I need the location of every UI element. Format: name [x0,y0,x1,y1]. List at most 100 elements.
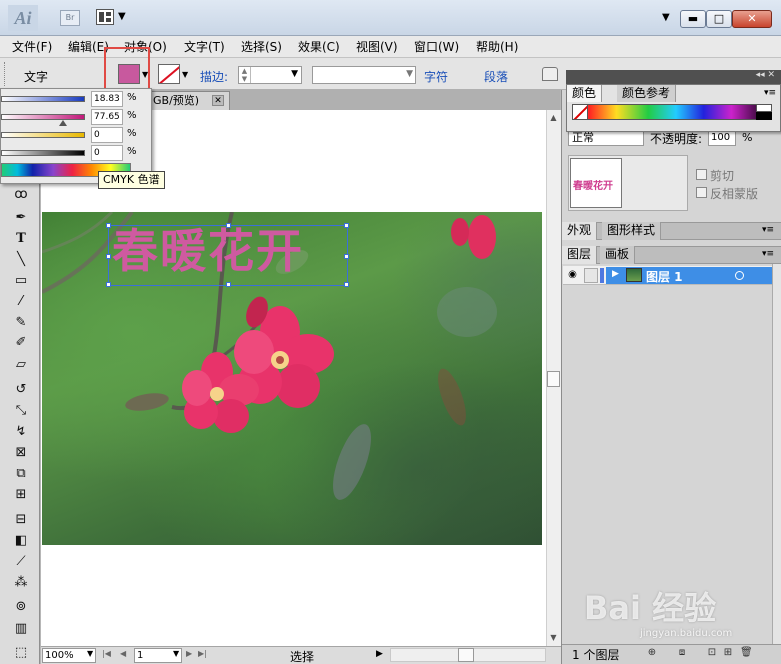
expand-arrow-icon[interactable]: ▶ [612,269,619,279]
menu-view[interactable]: 视图(V) [356,39,398,55]
chevron-down-icon[interactable]: ▼ [87,649,93,658]
gradient-tool-icon[interactable]: ◧ [11,532,31,550]
chevron-down-icon[interactable]: ▼ [291,69,298,79]
yellow-value-field[interactable]: 0 [91,127,123,143]
close-icon[interactable]: ✕ [212,95,224,106]
collapse-icon[interactable]: ◂◂ ✕ [756,70,775,80]
pencil-tool-icon[interactable]: ✎ [11,314,31,332]
layer-name[interactable]: 图层 1 [646,268,683,285]
layers-scrollbar[interactable] [772,264,781,644]
black-slider-track[interactable] [1,150,85,156]
new-sublayer-icon[interactable]: ⊡ [706,647,718,659]
shape-builder-tool-icon[interactable]: ⧉ [11,465,31,483]
close-button[interactable]: ✕ [732,10,772,28]
locate-object-icon[interactable]: ⊕ [646,647,658,659]
invert-mask-checkbox[interactable] [696,187,707,198]
panel-menu-icon[interactable]: ▾≡ [762,225,774,235]
selection-handle[interactable] [344,282,349,287]
chevron-down-icon[interactable]: ▼ [406,69,413,79]
next-artboard-icon[interactable]: ▶ [186,649,192,658]
character-panel-link[interactable]: 字符 [424,68,448,85]
tab-graphic-styles[interactable]: 图形样式 [602,222,662,240]
magenta-slider-thumb[interactable] [59,120,67,126]
symbol-sprayer-tool-icon[interactable]: ⊚ [11,598,31,616]
workspace-switcher-button[interactable]: ▼ [662,12,670,23]
menu-type[interactable]: 文字(T) [184,39,225,55]
selection-handle[interactable] [106,254,111,259]
menu-window[interactable]: 窗口(W) [414,39,459,55]
column-graph-tool-icon[interactable]: ▥ [11,620,31,638]
perspective-grid-tool-icon[interactable]: ⊞ [11,486,31,504]
scroll-up-icon[interactable]: ▲ [546,110,561,125]
cyan-slider-row[interactable]: 18.83 % [1,91,151,109]
rectangle-tool-icon[interactable]: ▭ [11,272,31,290]
chevron-down-icon[interactable]: ▼ [173,649,179,658]
white-swatch[interactable] [756,104,772,112]
selection-handle[interactable] [106,282,111,287]
mesh-tool-icon[interactable]: ⊟ [11,511,31,529]
paragraph-panel-link[interactable]: 段落 [484,68,508,85]
menu-file[interactable]: 文件(F) [12,39,52,55]
cyan-value-field[interactable]: 18.83 [91,91,123,107]
pen-tool-icon[interactable]: ✒ [11,209,31,227]
yellow-slider-row[interactable]: 0 % [1,127,151,145]
scroll-down-icon[interactable]: ▼ [546,630,561,645]
first-artboard-icon[interactable]: |◀ [102,649,111,658]
black-slider-row[interactable]: 0 % [1,145,151,163]
clipping-mask-icon[interactable]: ⧈ [676,647,688,659]
maximize-button[interactable]: □ [706,10,732,28]
status-menu-icon[interactable]: ▶ [376,649,383,659]
menu-help[interactable]: 帮助(H) [476,39,518,55]
minimize-button[interactable]: ▬ [680,10,706,28]
headline-text[interactable]: 春暖花开 [112,222,304,280]
tab-layers[interactable]: 图层 [562,246,598,264]
line-tool-icon[interactable]: ╲ [11,251,31,269]
tab-appearance[interactable]: 外观 [562,222,598,240]
black-value-field[interactable]: 0 [91,145,123,161]
magenta-slider-track[interactable] [1,114,85,120]
artboard-tool-icon[interactable]: ⬚ [11,644,31,662]
tab-color[interactable]: 颜色 [567,85,603,102]
none-color-swatch[interactable] [572,104,588,120]
bridge-button[interactable]: Br [60,10,80,26]
chevron-down-icon[interactable]: ▼ [182,70,188,79]
eyedropper-tool-icon[interactable]: ⟋ [11,553,31,571]
paintbrush-tool-icon[interactable]: ⁄ [11,293,31,311]
stroke-style-field[interactable]: ▼ [312,66,416,84]
black-swatch[interactable] [756,112,772,120]
stroke-weight-field[interactable]: ▲ ▼ ▼ [238,66,302,84]
lock-toggle[interactable] [584,268,598,283]
selection-handle[interactable] [106,223,111,228]
yellow-slider-track[interactable] [1,132,85,138]
selection-handle[interactable] [344,254,349,259]
free-transform-tool-icon[interactable]: ⊠ [11,444,31,462]
new-layer-icon[interactable]: ⊞ [722,647,734,659]
tab-artboards[interactable]: 画板 [600,246,636,264]
previous-artboard-icon[interactable]: ◀ [120,649,126,658]
panel-menu-icon[interactable]: ▾≡ [762,249,774,259]
warp-tool-icon[interactable]: ↯ [11,423,31,441]
magenta-value-field[interactable]: 77.65 [91,109,123,125]
blob-brush-tool-icon[interactable]: ✐ [11,334,31,352]
clip-checkbox[interactable] [696,169,707,180]
menu-effect[interactable]: 效果(C) [298,39,340,55]
stepper-icon[interactable]: ▲ ▼ [239,67,251,83]
scale-tool-icon[interactable]: ⤡ [11,402,31,420]
horizontal-scroll-thumb[interactable] [458,648,474,662]
menu-select[interactable]: 选择(S) [241,39,282,55]
selection-handle[interactable] [226,282,231,287]
magenta-slider-row[interactable]: 77.65 % [1,109,151,127]
color-spectrum[interactable] [572,104,772,120]
stroke-link[interactable]: 描边: [200,68,228,85]
tab-color-guide[interactable]: 颜色参考 [617,85,677,102]
target-icon[interactable] [735,271,744,280]
arrange-documents-button[interactable]: ▼ [96,9,130,27]
eraser-tool-icon[interactable]: ▱ [11,356,31,374]
stroke-color-swatch[interactable] [158,64,180,84]
lasso-tool-icon[interactable]: ꝏ [11,186,31,204]
text-tool-options-icon[interactable] [542,67,558,81]
vertical-scroll-thumb[interactable] [547,371,560,387]
panel-menu-icon[interactable]: ▾≡ [764,88,776,98]
selection-handle[interactable] [344,223,349,228]
cyan-slider-track[interactable] [1,96,85,102]
